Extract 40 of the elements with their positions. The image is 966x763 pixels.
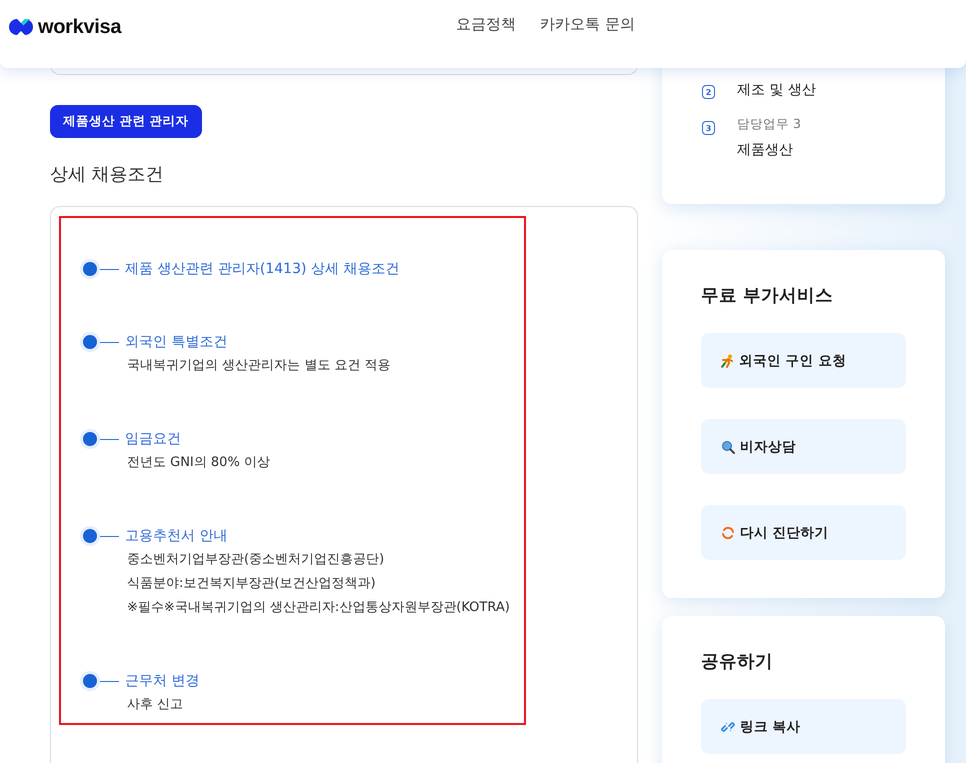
condition-text: ※필수※국내복귀기업의 생산관리자:산업통상자원부장관(KOTRA) [127, 599, 511, 617]
logo-icon [8, 18, 34, 36]
condition-title: 제품 생산관련 관리자(1413) 상세 채용조건 [125, 260, 400, 278]
timeline-dot [83, 674, 97, 688]
service-button[interactable]: 외국인 구인 요청 [701, 333, 906, 388]
copy-link-button[interactable]: 링크 복사 [701, 699, 906, 754]
condition-text: 식품분야:보건복지부장관(보건산업정책과) [127, 575, 377, 593]
refresh-icon [721, 526, 735, 540]
service-button[interactable]: 비자상담 [701, 419, 906, 474]
duty-label: 담당업무 3 [737, 115, 801, 133]
condition-title: 고용추천서 안내 [125, 527, 228, 545]
card-title: 공유하기 [701, 651, 774, 674]
logo-text[interactable]: workvisa [38, 16, 122, 38]
runner-icon [721, 354, 734, 368]
service-button[interactable]: 다시 진단하기 [701, 505, 906, 560]
condition-text: 국내복귀기업의 생산관리자는 별도 요건 적용 [127, 357, 392, 375]
timeline-dot [83, 262, 97, 276]
timeline-dot [83, 529, 97, 543]
link-icon [721, 720, 735, 734]
section-title: 상세 채용조건 [50, 163, 165, 187]
duty-value: 제품생산 [737, 141, 794, 160]
condition-text: 사후 신고 [127, 696, 184, 714]
search-icon [721, 440, 735, 454]
leader-line [100, 680, 119, 682]
leader-line [100, 268, 119, 270]
duty-value: 제조 및 생산 [737, 81, 816, 100]
condition-title: 근무처 변경 [125, 672, 200, 690]
timeline-dot [83, 335, 97, 349]
nav-link[interactable]: 카카오톡 문의 [540, 14, 635, 34]
number-badge: 2 [702, 85, 715, 99]
leader-line [100, 438, 119, 440]
card-title: 무료 부가서비스 [701, 285, 834, 308]
condition-text: 중소벤처기업부장관(중소벤처기업진흥공단) [127, 551, 386, 569]
number-badge: 3 [702, 121, 715, 135]
condition-title: 임금요건 [125, 430, 181, 448]
job-tag[interactable]: 제품생산 관련 관리자 [50, 105, 202, 138]
condition-title: 외국인 특별조건 [125, 333, 228, 351]
timeline-dot [83, 432, 97, 446]
condition-text: 전년도 GNI의 80% 이상 [127, 454, 271, 472]
nav-link[interactable]: 요금정책 [456, 14, 516, 34]
